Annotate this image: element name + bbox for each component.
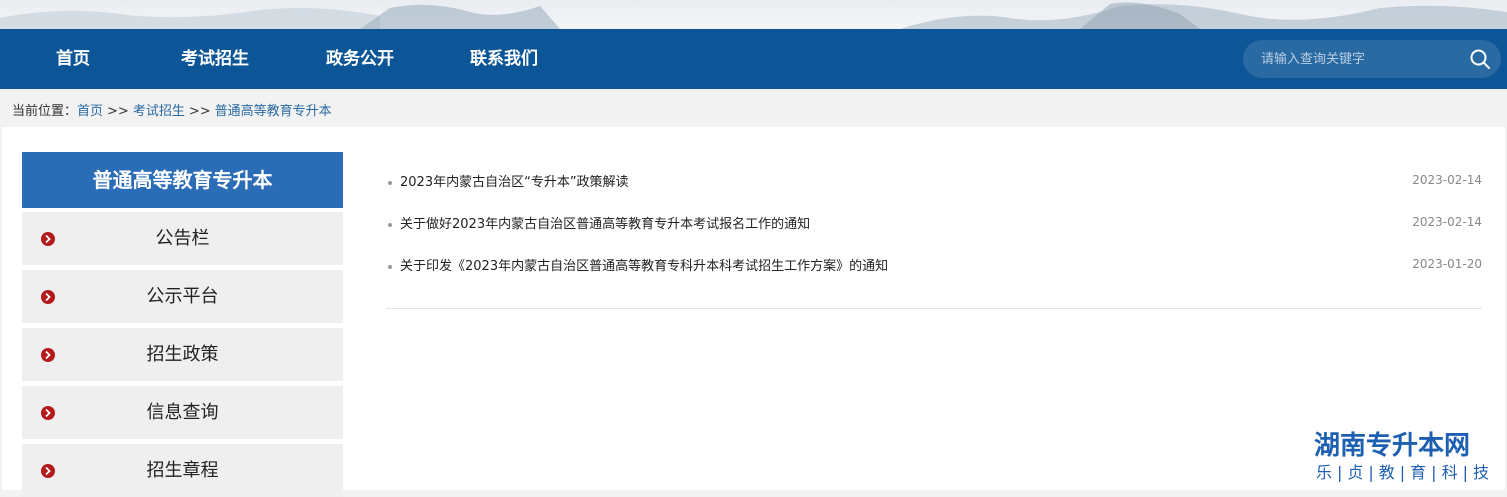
sidebar-item-label: 信息查询 — [146, 402, 219, 423]
nav-item-contact-us[interactable]: 联系我们 — [470, 29, 538, 89]
list-item[interactable]: 2023年内蒙古自治区“专升本”政策解读 2023-02-14 — [386, 173, 1482, 195]
list-item[interactable]: 关于印发《2023年内蒙古自治区普通高等教育专科升本科考试招生工作方案》的通知 … — [386, 257, 1482, 279]
sidebar-item-label: 公示平台 — [146, 286, 219, 307]
main-content: 普通高等教育专升本 公告栏 公示平台 招生政策 信息查询 招生章程 2023年内… — [2, 127, 1505, 497]
article-date: 2023-02-14 — [1412, 173, 1482, 187]
watermark-logo: 湖南专升本网 乐|贞|教|育|科|技 — [1314, 430, 1504, 484]
nav-item-government-affairs[interactable]: 政务公开 — [326, 29, 394, 89]
article-title[interactable]: 关于做好2023年内蒙古自治区普通高等教育专升本考试报名工作的通知 — [400, 215, 810, 235]
search-box — [1243, 40, 1501, 78]
article-title[interactable]: 2023年内蒙古自治区“专升本”政策解读 — [400, 173, 629, 193]
sidebar-item-label: 招生章程 — [146, 460, 219, 481]
search-icon[interactable] — [1469, 48, 1491, 70]
breadcrumb-prefix: 当前位置： — [12, 104, 78, 119]
breadcrumb: 当前位置：首页 >> 考试招生 >> 普通高等教育专升本 — [12, 100, 332, 119]
watermark-title: 湖南专升本网 — [1314, 431, 1471, 461]
sidebar-item-admission-rules[interactable]: 招生章程 — [22, 444, 343, 497]
sidebar-item-admission-policy[interactable]: 招生政策 — [22, 328, 343, 381]
breadcrumb-separator: >> — [107, 104, 129, 119]
breadcrumb-exam-enrollment[interactable]: 考试招生 — [133, 104, 185, 119]
bullet-dot-icon — [388, 223, 392, 227]
main-nav: 首页 考试招生 政务公开 联系我们 — [0, 29, 1507, 89]
list-divider — [386, 308, 1482, 309]
list-item[interactable]: 关于做好2023年内蒙古自治区普通高等教育专升本考试报名工作的通知 2023-0… — [386, 215, 1482, 237]
nav-item-home[interactable]: 首页 — [56, 29, 90, 89]
mountain-painting-icon — [0, 2, 1507, 29]
bullet-dot-icon — [388, 265, 392, 269]
sidebar-item-public-platform[interactable]: 公示平台 — [22, 270, 343, 323]
article-date: 2023-02-14 — [1412, 215, 1482, 229]
article-title[interactable]: 关于印发《2023年内蒙古自治区普通高等教育专科升本科考试招生工作方案》的通知 — [400, 257, 888, 277]
sidebar-item-info-query[interactable]: 信息查询 — [22, 386, 343, 439]
breadcrumb-current[interactable]: 普通高等教育专升本 — [215, 104, 332, 119]
watermark-subtitle: 乐|贞|教|育|科|技 — [1316, 463, 1494, 482]
breadcrumb-separator: >> — [188, 104, 211, 119]
bullet-dot-icon — [388, 181, 392, 185]
sidebar-item-label: 招生政策 — [146, 344, 219, 365]
sidebar-item-bulletin[interactable]: 公告栏 — [22, 212, 343, 265]
article-date: 2023-01-20 — [1412, 257, 1482, 271]
nav-item-exam-enrollment[interactable]: 考试招生 — [181, 29, 249, 89]
sidebar-title: 普通高等教育专升本 — [22, 152, 343, 208]
sidebar-item-label: 公告栏 — [155, 228, 210, 249]
search-input[interactable] — [1261, 48, 1451, 70]
breadcrumb-home[interactable]: 首页 — [77, 104, 103, 119]
header-banner — [0, 0, 1507, 29]
